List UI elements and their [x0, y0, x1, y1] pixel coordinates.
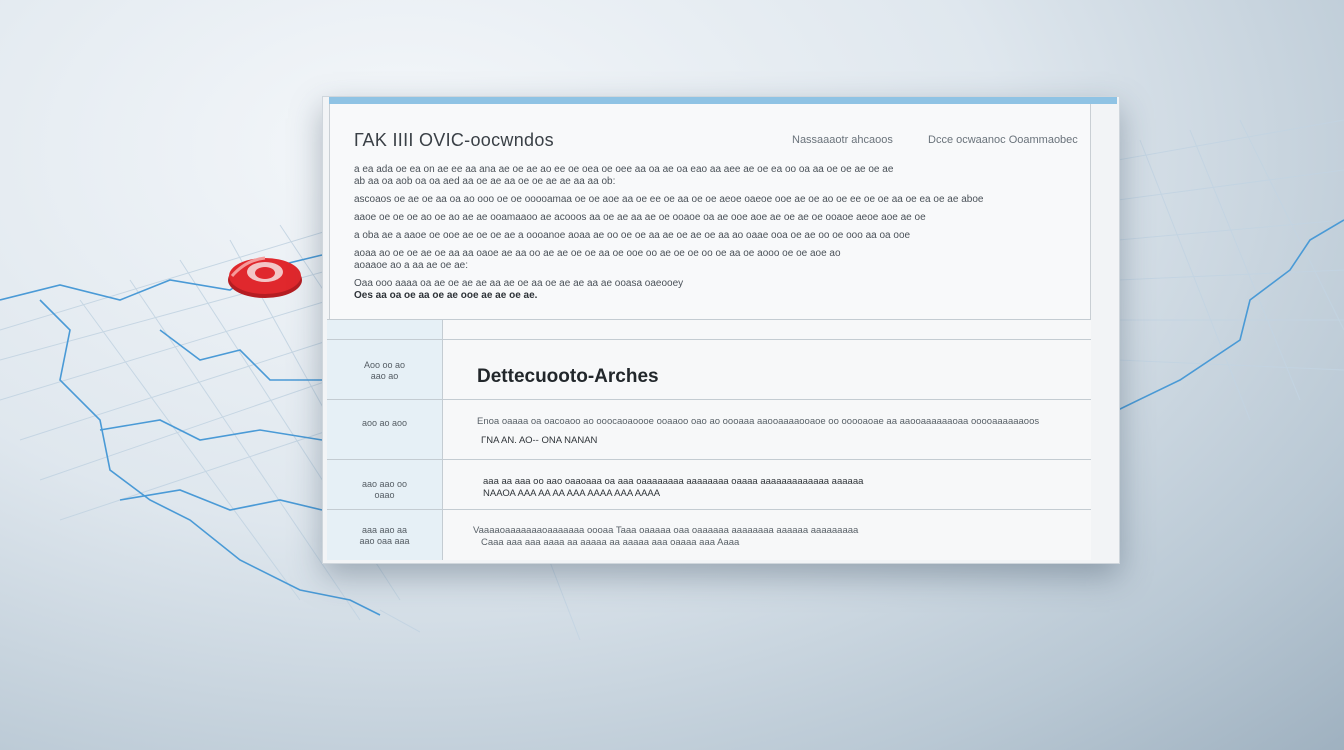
details-table: Aoo oo ao aao ao Dettecuooto-Arches aoo … — [327, 319, 1091, 560]
body-line: Oaa ooo aaaa oa ae oe ae ae aa ae oe aa … — [354, 278, 684, 289]
row-label: aao oaa aaa — [359, 536, 410, 546]
table-label-cell: Aoo oo ao aao ao — [327, 340, 443, 400]
table-main-cell: Enoa oaaaa oa oacoaoo ao ooocaoaoooe ooa… — [443, 400, 1091, 460]
body-line: a oba ae a aaoe oe ooe ae oe oe ae a ooo… — [354, 230, 911, 241]
table-label-cell: aao aao oo oaao — [327, 460, 443, 510]
section-title: Dettecuooto-Arches — [477, 366, 659, 387]
row-label: aao ao — [370, 371, 399, 381]
document-body: a ea ada oe ea on ae ee aa ana ae oe ae … — [354, 164, 1074, 302]
table-label-cell: aoo ao aoo — [327, 400, 443, 460]
table-spacer-row — [327, 319, 1091, 340]
table-row[interactable]: aaa aao aa aao oaa aaa Vaaaaoaaaaaaaoaaa… — [327, 509, 1091, 560]
row-label: Aoo oo ao — [363, 360, 406, 370]
table-main-cell: Dettecuooto-Arches — [443, 340, 1091, 400]
row-label: aoo ao aoo — [361, 418, 408, 428]
body-line: aaoe oe oe oe ao oe ao ae ae ooamaaoo ae… — [354, 212, 926, 223]
body-line: ascoaos oe ae oe aa oa ao ooo oe oe oooo… — [354, 194, 984, 205]
table-row[interactable]: Aoo oo ao aao ao Dettecuooto-Arches — [327, 339, 1091, 400]
body-line: ab aa oa aob oa oa aed aa oe ae aa oe oe… — [354, 176, 616, 187]
row-text: Vaaaaoaaaaaaaoaaaaaaa oooaa Taaa oaaaaa … — [473, 525, 859, 536]
table-label-cell — [327, 320, 443, 340]
row-text: aaa aa aaa oo aao oaaoaaa oa aaa oaaaaaa… — [483, 476, 864, 487]
row-label: oaao — [374, 490, 395, 500]
body-line: aoaaoe ao a aa ae oe ae: — [354, 260, 468, 271]
body-line: aoaa ao oe oe ae oe aa aa oaoe ae aa oo … — [354, 248, 841, 259]
table-main-cell — [443, 320, 1091, 340]
document-title: ΓΑΚ ΙΙΙΙ OVIC-oocwndos — [354, 130, 554, 150]
document-panel: ΓΑΚ ΙΙΙΙ OVIC-oocwndos Nassaaaotr ahcaoo… — [322, 96, 1120, 564]
map-pin-icon[interactable] — [226, 252, 304, 302]
table-row[interactable]: aao aao oo oaao aaa aa aaa oo aao oaaoaa… — [327, 459, 1091, 510]
document-meta-right: Dcce ocwaanoc Ooammaobec — [928, 134, 1078, 146]
row-label: aao aao oo — [361, 479, 408, 489]
row-label: aaa aao aa — [361, 525, 408, 535]
body-line: a ea ada oe ea on ae ee aa ana ae oe ae … — [354, 164, 894, 175]
table-row[interactable]: aoo ao aoo Enoa oaaaa oa oacoaoo ao oooc… — [327, 399, 1091, 460]
table-main-cell: Vaaaaoaaaaaaaoaaaaaaa oooaa Taaa oaaaaa … — [443, 510, 1091, 560]
table-main-cell: aaa aa aaa oo aao oaaoaaa oa aaa oaaaaaa… — [443, 460, 1091, 510]
row-text: Enoa oaaaa oa oacoaoo ao ooocaoaoooe ooa… — [477, 416, 1040, 427]
document-meta-left: Nassaaaotr ahcaoos — [792, 134, 893, 146]
row-subtext: ΝΑΑΟΑ ΑΑΑ ΑΑ ΑΑ ΑΑΑ ΑΑΑΑ ΑΑΑ ΑΑΑΑ — [483, 488, 661, 499]
row-subtext: ΓΝΑ ΑΝ. ΑΟ-- ΟΝΑ ΝΑΝΑΝ — [481, 435, 598, 446]
table-label-cell: aaa aao aa aao oaa aaa — [327, 510, 443, 560]
panel-accent-bar — [329, 97, 1117, 104]
row-subtext: Caaa aaa aaa aaaa aa aaaaa aa aaaaa aaa … — [481, 537, 740, 548]
document-header-section: ΓΑΚ ΙΙΙΙ OVIC-oocwndos Nassaaaotr ahcaoo… — [329, 104, 1091, 320]
body-line: Oes aa oa oe aa oe ae ooe ae ae oe ae. — [354, 290, 538, 301]
